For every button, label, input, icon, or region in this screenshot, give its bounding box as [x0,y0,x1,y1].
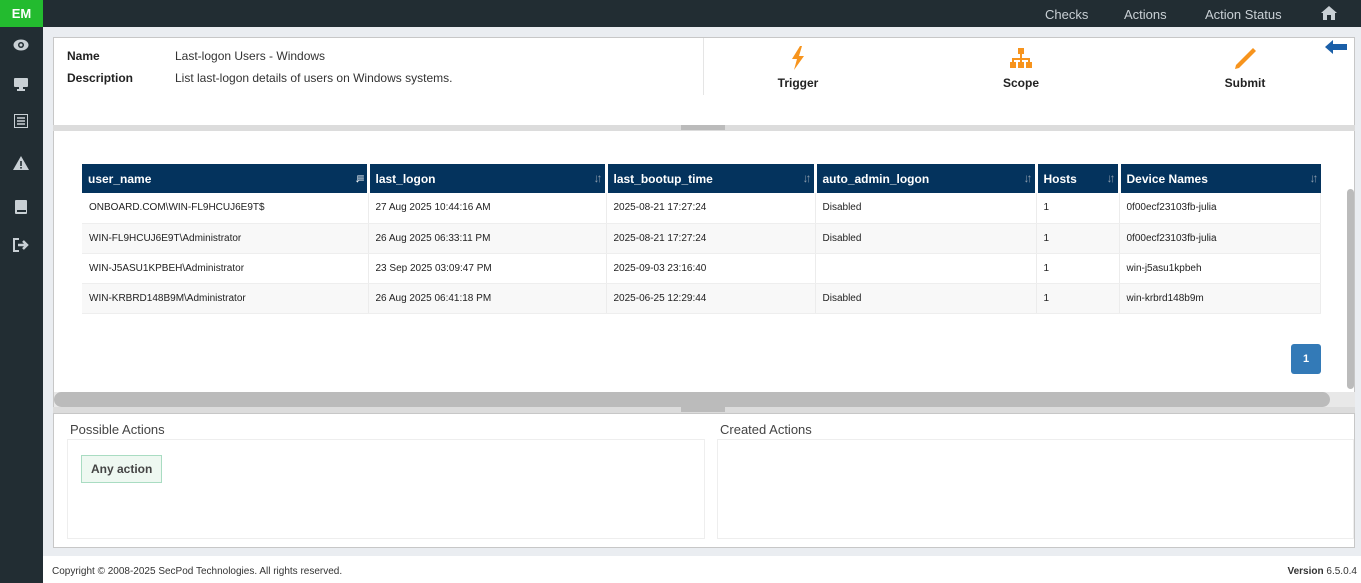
table-cell-hosts: 1 [1036,223,1120,254]
version-number: 6.5.0.4 [1326,566,1357,577]
column-header-device-names[interactable]: Device Names ↓↑ [1119,164,1321,193]
home-icon[interactable] [1320,5,1338,24]
column-label: last_bootup_time [613,171,713,186]
monitor-icon[interactable] [11,74,31,94]
eye-icon[interactable] [11,35,31,55]
table-cell-auto-admin-logon: Disabled [815,193,1037,224]
trigger-label: Trigger [777,76,819,90]
nav-action-status[interactable]: Action Status [1205,7,1282,22]
table-cell-last-bootup-time: 2025-09-03 23:16:40 [606,253,816,284]
sort-icon[interactable]: ↓↑ [1107,171,1116,185]
vertical-scrollbar[interactable] [1347,189,1354,389]
table-cell-hosts: 1 [1036,193,1120,224]
created-actions-box [717,439,1354,539]
table-cell-last-logon: 27 Aug 2025 10:44:16 AM [368,193,607,224]
column-label: last_logon [375,171,436,186]
column-header-auto-admin-logon[interactable]: auto_admin_logon ↓↑ [815,164,1038,193]
table-cell-last-bootup-time: 2025-08-21 17:27:24 [606,193,816,224]
submit-button[interactable]: Submit [1195,46,1295,90]
list-icon[interactable] [11,111,31,131]
table-cell-auto-admin-logon [815,253,1037,284]
results-table: user_name ↓≡ last_logon ↓↑ last_bootup_tim… [82,164,1321,314]
description-label: Description [67,71,134,85]
column-label: Device Names [1126,171,1208,186]
table-cell-auto-admin-logon: Disabled [815,283,1037,314]
created-actions-title: Created Actions [720,422,812,437]
table-cell-last-logon: 23 Sep 2025 03:09:47 PM [368,253,607,284]
app-logo[interactable]: EM [0,0,43,27]
table-cell-device-names: win-j5asu1kpbeh [1119,253,1321,284]
trigger-button[interactable]: Trigger [748,46,848,90]
table-cell-user-name: ONBOARD.COM\WIN-FL9HCUJ6E9T$ [82,193,369,224]
version-label: Version [1287,566,1324,577]
column-header-last-logon[interactable]: last_logon ↓↑ [368,164,608,193]
top-bar: Checks Actions Action Status [0,0,1361,27]
sort-desc-icon[interactable]: ↓≡ [354,171,364,185]
possible-actions-box: Any action [67,439,705,539]
check-name: Last-logon Users - Windows [175,49,326,63]
table-cell-hosts: 1 [1036,253,1120,284]
back-arrow-icon[interactable] [1325,40,1347,59]
table-cell-user-name: WIN-FL9HCUJ6E9T\Administrator [82,223,369,254]
table-cell-device-names: 0f00ecf23103fb-julia [1119,223,1321,254]
table-cell-auto-admin-logon: Disabled [815,223,1037,254]
sidebar [0,27,43,583]
splitter-handle[interactable] [681,125,725,130]
table-cell-last-logon: 26 Aug 2025 06:41:18 PM [368,283,607,314]
horizontal-scrollbar[interactable] [54,392,1355,407]
possible-actions-title: Possible Actions [70,422,165,437]
table-row[interactable]: WIN-FL9HCUJ6E9T\Administrator 26 Aug 2025… [82,223,1321,254]
column-header-hosts[interactable]: Hosts ↓↑ [1036,164,1121,193]
scope-button[interactable]: Scope [971,46,1071,90]
table-cell-user-name: WIN-KRBRD148B9M\Administrator [82,283,369,314]
table-cell-last-bootup-time: 2025-06-25 12:29:44 [606,283,816,314]
column-label: user_name [88,171,152,186]
name-label: Name [67,49,100,63]
table-cell-device-names: win-krbrd148b9m [1119,283,1321,314]
sign-out-icon[interactable] [11,235,31,255]
nav-actions[interactable]: Actions [1124,7,1167,22]
footer: Copyright © 2008-2025 SecPod Technologie… [43,556,1361,583]
column-header-last-bootup-time[interactable]: last_bootup_time ↓↑ [606,164,817,193]
table-cell-hosts: 1 [1036,283,1120,314]
book-icon[interactable] [11,197,31,217]
check-description: List last-logon details of users on Wind… [175,71,453,85]
submit-label: Submit [1224,76,1266,90]
table-row[interactable]: WIN-KRBRD148B9M\Administrator 26 Aug 2025… [82,283,1321,314]
page-1-button[interactable]: 1 [1291,344,1321,374]
actions-panel: Possible Actions Any action Created Acti… [53,413,1355,548]
scope-label: Scope [1002,76,1039,90]
bolt-icon [792,46,804,70]
table-header-row: user_name ↓≡ last_logon ↓↑ last_bootup_tim… [82,164,1321,193]
sort-icon[interactable]: ↓↑ [803,171,812,185]
column-label: auto_admin_logon [822,171,930,186]
table-cell-user-name: WIN-J5ASU1KPBEH\Administrator [82,253,369,284]
table-row[interactable]: ONBOARD.COM\WIN-FL9HCUJ6E9T$ 27 Aug 2025 … [82,193,1321,224]
results-panel: user_name ↓≡ last_logon ↓↑ last_bootup_tim… [53,131,1355,408]
check-details-panel: Name Last-logon Users - Windows Descript… [53,37,1355,126]
table-cell-last-bootup-time: 2025-08-21 17:27:24 [606,223,816,254]
pencil-icon [1235,48,1256,69]
any-action-button[interactable]: Any action [81,455,163,483]
sort-icon[interactable]: ↓↑ [1024,171,1033,185]
table-row[interactable]: WIN-J5ASU1KPBEH\Administrator 23 Sep 2025… [82,253,1321,284]
scrollbar-thumb[interactable] [54,392,1330,407]
sitemap-icon [1010,48,1032,68]
table-cell-device-names: 0f00ecf23103fb-julia [1119,193,1321,224]
warning-icon[interactable] [11,153,31,173]
sort-icon[interactable]: ↓↑ [594,171,603,185]
sort-icon[interactable]: ↓↑ [1310,171,1319,185]
copyright: Copyright © 2008-2025 SecPod Technologie… [52,566,343,577]
splitter-handle[interactable] [681,407,725,412]
column-header-user-name[interactable]: user_name ↓≡ [82,164,370,193]
nav-checks[interactable]: Checks [1045,7,1088,22]
divider [703,38,704,95]
table-cell-last-logon: 26 Aug 2025 06:33:11 PM [368,223,607,254]
column-label: Hosts [1043,171,1077,186]
